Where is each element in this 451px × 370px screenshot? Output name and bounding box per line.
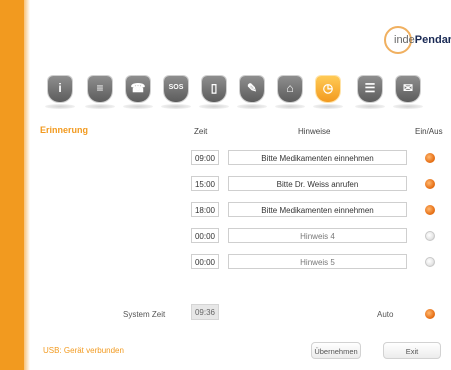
- reminder-hint-input[interactable]: Bitte Dr. Weiss anrufen: [228, 176, 407, 191]
- apply-button[interactable]: Übernehmen: [311, 342, 361, 359]
- logo-text-light: inde: [394, 34, 415, 46]
- toolbar-icon-shadow: [45, 104, 75, 109]
- sos-icon: SOS: [168, 84, 184, 91]
- list-icon: ☰: [364, 81, 376, 95]
- toolbar-icon-shadow: [393, 104, 423, 109]
- reminder-enable-toggle[interactable]: [425, 153, 435, 163]
- toolbar-icon-shadow: [313, 104, 343, 109]
- book-icon: ▯: [210, 81, 218, 95]
- list-tab[interactable]: ☰: [358, 76, 382, 102]
- system-time-label: System Zeit: [123, 310, 166, 319]
- left-accent-fade: [24, 0, 30, 370]
- section-title: Erinnerung: [40, 125, 89, 135]
- book-tab[interactable]: ▯: [202, 76, 226, 102]
- message-tab[interactable]: ✉: [396, 76, 420, 102]
- contacts-icon: ≡: [96, 81, 104, 95]
- reminder-time-input[interactable]: 09:00: [191, 150, 219, 165]
- phone-icon: ☎: [130, 81, 146, 95]
- toolbar-icon-shadow: [237, 104, 267, 109]
- reminder-enable-toggle[interactable]: [425, 257, 435, 267]
- settings-tab[interactable]: ✎: [240, 76, 264, 102]
- logo-text-bold: Pendar: [414, 34, 451, 46]
- toolbar-icon-shadow: [275, 104, 305, 109]
- alarm-clock-icon: ◷: [322, 81, 334, 95]
- info-icon: i: [58, 81, 62, 95]
- auto-label: Auto: [377, 310, 394, 319]
- reminder-hint-input[interactable]: Bitte Medikamenten einnehmen: [228, 202, 407, 217]
- toolbar-icon-shadow: [355, 104, 385, 109]
- reminder-enable-toggle[interactable]: [425, 179, 435, 189]
- sos-tab[interactable]: SOS: [164, 76, 188, 102]
- on-off-column-header: Ein/Aus: [415, 127, 443, 136]
- toolbar-icon-shadow: [123, 104, 153, 109]
- reminder-time-input[interactable]: 00:00: [191, 228, 219, 243]
- reminder-hint-input[interactable]: Bitte Medikamenten einnehmen: [228, 150, 407, 165]
- logo-text: indePendar: [394, 34, 451, 46]
- phone-tab[interactable]: ☎: [126, 76, 150, 102]
- time-column-header: Zeit: [194, 127, 208, 136]
- reminder-enable-toggle[interactable]: [425, 231, 435, 241]
- home-tab[interactable]: ⌂: [278, 76, 302, 102]
- reminder-hint-input[interactable]: Hinweis 5: [228, 254, 407, 269]
- system-time-value: 09:36: [191, 304, 219, 320]
- app-logo: indePendar: [384, 22, 451, 56]
- home-icon: ⌂: [286, 81, 294, 95]
- toolbar-icon-shadow: [199, 104, 229, 109]
- toolbar-icon-shadow: [161, 104, 191, 109]
- message-icon: ✉: [402, 81, 414, 95]
- alarm-clock-tab[interactable]: ◷: [316, 76, 340, 102]
- toolbar-icon-shadow: [85, 104, 115, 109]
- hints-column-header: Hinweise: [298, 127, 331, 136]
- reminder-time-input[interactable]: 15:00: [191, 176, 219, 191]
- usb-status: USB: Gerät verbunden: [43, 346, 124, 355]
- main-toolbar: i ≡ ☎ SOS ▯ ✎ ⌂ ◷ ☰ ✉: [38, 70, 451, 112]
- reminder-time-input[interactable]: 00:00: [191, 254, 219, 269]
- left-accent-bar: [0, 0, 24, 370]
- reminder-hint-input[interactable]: Hinweis 4: [228, 228, 407, 243]
- auto-toggle[interactable]: [425, 309, 435, 319]
- settings-icon: ✎: [246, 81, 258, 95]
- contacts-tab[interactable]: ≡: [88, 76, 112, 102]
- reminder-time-input[interactable]: 18:00: [191, 202, 219, 217]
- reminder-enable-toggle[interactable]: [425, 205, 435, 215]
- exit-button[interactable]: Exit: [383, 342, 441, 359]
- info-tab[interactable]: i: [48, 76, 72, 102]
